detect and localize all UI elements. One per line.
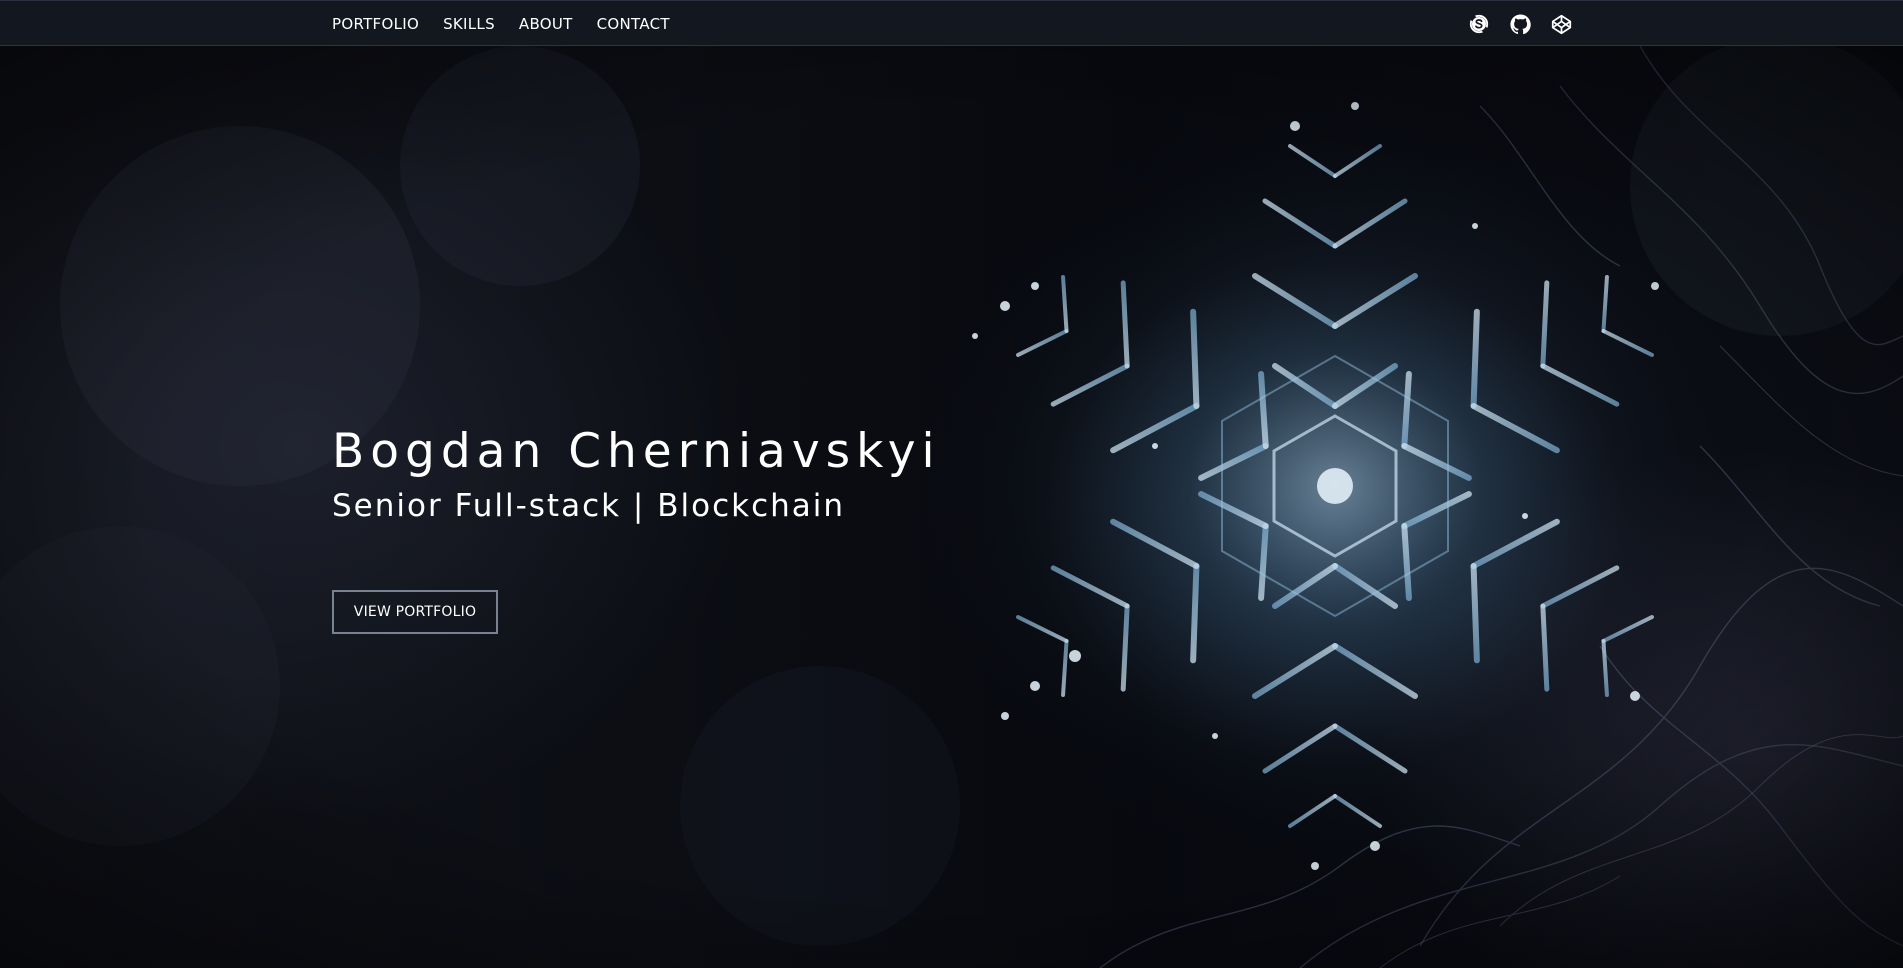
nav-link-skills[interactable]: SKILLS (443, 15, 495, 33)
nav-link-portfolio[interactable]: PORTFOLIO (332, 15, 419, 33)
nav-links: PORTFOLIO SKILLS ABOUT CONTACT (332, 1, 670, 47)
skype-icon[interactable] (1468, 13, 1490, 35)
nav-link-about[interactable]: ABOUT (519, 15, 573, 33)
hero-title: Bogdan Cherniavskyi (332, 424, 941, 479)
portfolio-page: PORTFOLIO SKILLS ABOUT CONTACT Bogdan Ch… (0, 0, 1903, 968)
hero-section: Bogdan Cherniavskyi Senior Full-stack | … (0, 46, 1903, 968)
social-icons (1468, 1, 1572, 47)
github-icon[interactable] (1509, 13, 1531, 35)
codepen-icon[interactable] (1550, 13, 1572, 35)
top-navbar: PORTFOLIO SKILLS ABOUT CONTACT (0, 0, 1903, 46)
snowflake-background-image (0, 46, 1903, 968)
view-portfolio-button[interactable]: VIEW PORTFOLIO (332, 590, 498, 634)
nav-link-contact[interactable]: CONTACT (597, 15, 670, 33)
hero-subtitle: Senior Full-stack | Blockchain (332, 488, 846, 524)
